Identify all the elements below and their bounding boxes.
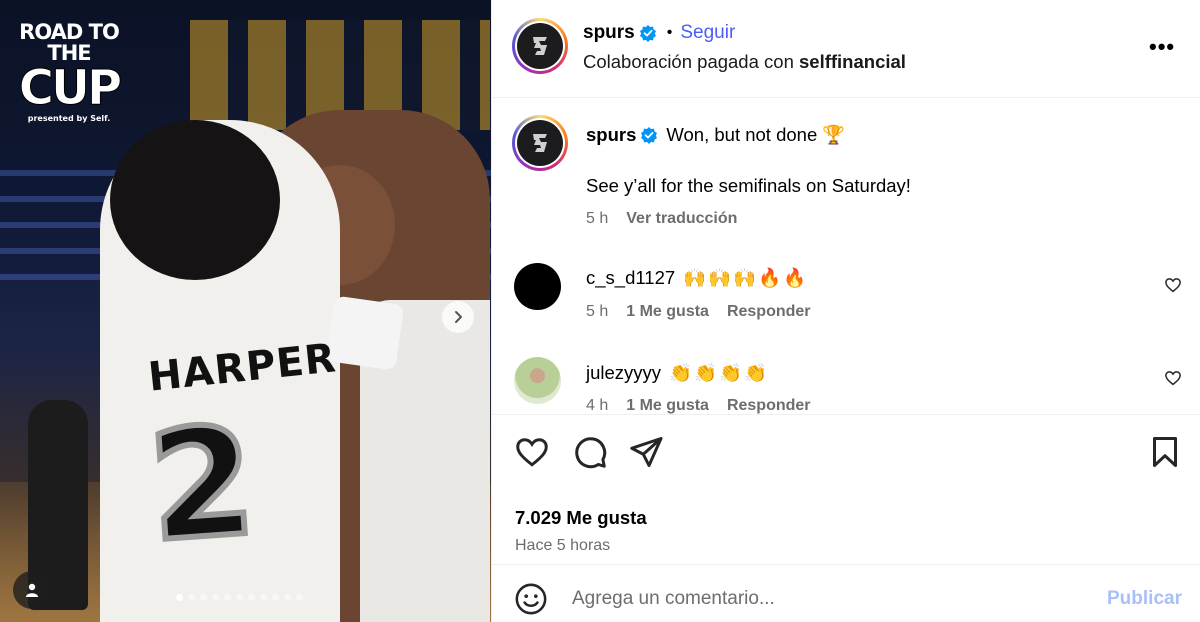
comment-line: julezyyyy 👏👏👏👏 [586, 362, 769, 384]
post-time: Hace 5 horas [515, 537, 611, 554]
carousel-dot [248, 594, 255, 601]
carousel-dot [200, 594, 207, 601]
paid-partnership-prefix: Colaboración pagada con [583, 51, 794, 72]
carousel-dot [284, 594, 291, 601]
comments-scroll[interactable]: spurs Won, but not done 🏆 See y’all for … [492, 98, 1200, 414]
verified-badge-icon [639, 25, 656, 42]
post-media[interactable]: HARPER 2 ROAD TO THE CUP presented by Se… [0, 0, 491, 622]
carousel-indicator [176, 594, 303, 601]
comment-meta: 4 h 1 Me gusta Responder [586, 397, 811, 414]
author-username[interactable]: spurs [583, 22, 635, 44]
reply-button[interactable]: Responder [727, 397, 811, 414]
chevron-right-icon [455, 311, 462, 323]
comment-input[interactable] [572, 583, 1092, 615]
post-panel: spurs • Seguir Colaboración pagada con s… [491, 0, 1200, 622]
follow-button[interactable]: Seguir [680, 22, 735, 44]
user-tag-button[interactable] [13, 571, 51, 609]
carousel-dot [176, 594, 183, 601]
add-comment-bar: Publicar [492, 564, 1200, 622]
bookmark-icon[interactable] [1147, 434, 1183, 470]
carousel-dot [296, 594, 303, 601]
carousel-dot [224, 594, 231, 601]
like-heart-icon[interactable] [514, 434, 550, 470]
comment-text: 👏👏👏👏 [669, 362, 770, 383]
share-icon[interactable] [628, 434, 664, 470]
header-user-row: spurs • Seguir [583, 22, 735, 44]
player-left-hair [110, 120, 280, 280]
comment-avatar[interactable] [514, 357, 561, 404]
logo-line2: CUP [18, 60, 122, 116]
carousel-dot [260, 594, 267, 601]
logo-presented: presented by Self. [27, 114, 111, 123]
partner-link[interactable]: selffinancial [799, 51, 906, 72]
post-actions: 7.029 Me gusta Hace 5 horas [492, 414, 1200, 564]
road-to-the-cup-logo: ROAD TO THE CUP presented by Self. [14, 20, 124, 124]
comment-username[interactable]: julezyyyy [586, 362, 661, 384]
header-separator: • [666, 24, 673, 41]
likes-count[interactable]: 7.029 Me gusta [515, 507, 647, 529]
logo-line1: ROAD TO THE [19, 20, 120, 65]
wristband [325, 295, 405, 371]
user-tag-icon [26, 583, 38, 597]
jersey-number: 2 [141, 392, 263, 579]
carousel-dot [212, 594, 219, 601]
comment-item: julezyyyy 👏👏👏👏 4 h 1 Me gusta Responder [492, 98, 1200, 414]
carousel-dot [188, 594, 195, 601]
post-header: spurs • Seguir Colaboración pagada con s… [492, 0, 1200, 98]
heart-icon[interactable] [1164, 369, 1182, 387]
emoji-icon[interactable] [514, 582, 548, 616]
spurs-logo-icon [533, 37, 547, 55]
comment-time: 4 h [586, 397, 609, 414]
more-options-icon[interactable]: ••• [1149, 36, 1175, 58]
author-avatar[interactable] [512, 18, 568, 74]
paid-partnership: Colaboración pagada con selffinancial [583, 51, 906, 73]
carousel-next-button[interactable] [442, 301, 474, 333]
comment-likes[interactable]: 1 Me gusta [626, 397, 709, 414]
carousel-dot [236, 594, 243, 601]
carousel-dot [272, 594, 279, 601]
comment-icon[interactable] [572, 434, 608, 470]
publish-button[interactable]: Publicar [1107, 588, 1182, 610]
